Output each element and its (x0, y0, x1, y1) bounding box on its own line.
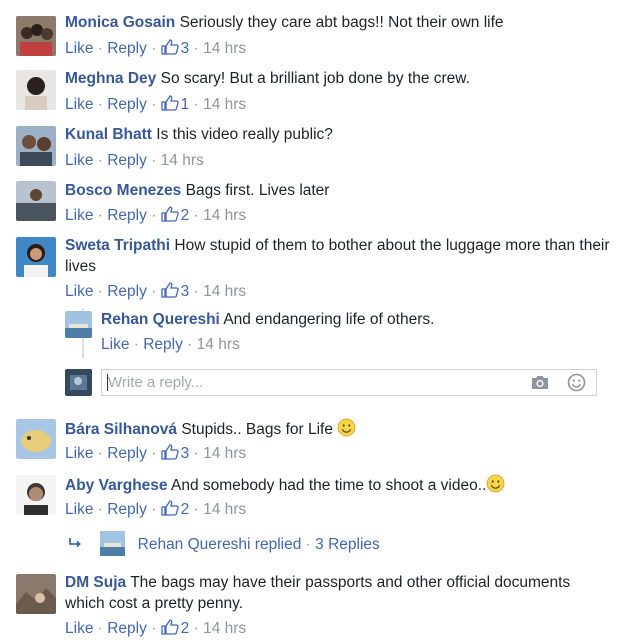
timestamp[interactable]: 14 hrs (203, 445, 246, 462)
like-count[interactable]: 2 (181, 501, 190, 518)
comment-text: So scary! But a brilliant job done by th… (160, 70, 470, 87)
reply-button[interactable]: Reply (107, 620, 147, 637)
comment-actions: Like · Reply · 2 · 14 hrs (65, 500, 246, 522)
smiley-emoji-icon (486, 474, 505, 499)
comment-actions: Like · Reply · 3 · 14 hrs (65, 39, 246, 61)
comment-text: The bags may have their passports and ot… (65, 574, 571, 612)
comment-actions: Like · Reply · 2 · 14 hrs (65, 206, 246, 228)
timestamp[interactable]: 14 hrs (203, 501, 246, 518)
thumbs-up-icon[interactable] (161, 95, 179, 117)
like-button[interactable]: Like (65, 96, 93, 113)
reply-arrow-icon (68, 537, 84, 556)
reply-button[interactable]: Reply (107, 96, 147, 113)
timestamp[interactable]: 14 hrs (203, 207, 246, 224)
timestamp[interactable]: 14 hrs (203, 283, 246, 300)
replies-count[interactable]: 3 Replies (315, 536, 380, 553)
thumbs-up-icon[interactable] (161, 444, 179, 466)
comment-text: Seriously they care abt bags!! Not their… (179, 14, 504, 31)
avatar[interactable] (16, 181, 56, 221)
comment-actions: Like · Reply · 3 · 14 hrs (65, 282, 246, 304)
commenter-name[interactable]: Aby Varghese (65, 477, 168, 494)
reply-button[interactable]: Reply (143, 336, 183, 353)
smiley-icon[interactable] (567, 373, 586, 397)
timestamp[interactable]: 14 hrs (203, 96, 246, 113)
avatar[interactable] (65, 311, 92, 338)
comment-actions: Like · Reply · 2 · 14 hrs (65, 619, 246, 641)
timestamp[interactable]: 14 hrs (161, 152, 204, 169)
comment-text: Bags first. Lives later (185, 182, 330, 199)
camera-icon[interactable] (530, 373, 550, 396)
commenter-name[interactable]: Monica Gosain (65, 14, 175, 31)
commenter-name[interactable]: Kunal Bhatt (65, 126, 152, 143)
reply-button[interactable]: Reply (107, 445, 147, 462)
avatar[interactable] (16, 16, 56, 56)
like-count[interactable]: 3 (181, 445, 190, 462)
like-button[interactable]: Like (101, 336, 129, 353)
reply-button[interactable]: Reply (107, 283, 147, 300)
commenter-name[interactable]: DM Suja (65, 574, 126, 591)
avatar[interactable] (16, 419, 56, 459)
reply-button[interactable]: Reply (107, 152, 147, 169)
reply-box (101, 369, 597, 396)
comment-actions: Like · Reply · 1 · 14 hrs (65, 95, 246, 117)
like-button[interactable]: Like (65, 620, 93, 637)
view-replies-link[interactable]: Rehan Quereshi replied · 3 Replies (68, 531, 380, 556)
like-count[interactable]: 3 (181, 40, 190, 57)
thumbs-up-icon[interactable] (161, 206, 179, 228)
commenter-name[interactable]: Sweta Tripathi (65, 237, 170, 254)
comment-text: Is this video really public? (156, 126, 333, 143)
like-button[interactable]: Like (65, 283, 93, 300)
thumbs-up-icon[interactable] (161, 39, 179, 61)
comment-actions: Like · Reply · 14 hrs (65, 152, 204, 169)
avatar[interactable] (16, 126, 56, 166)
avatar[interactable] (16, 574, 56, 614)
comment-actions: Like · Reply · 3 · 14 hrs (65, 444, 246, 466)
like-count[interactable]: 2 (181, 620, 190, 637)
reply-button[interactable]: Reply (107, 207, 147, 224)
commenter-name[interactable]: Rehan Quereshi (101, 311, 220, 328)
timestamp[interactable]: 14 hrs (203, 620, 246, 637)
avatar[interactable] (16, 70, 56, 110)
like-button[interactable]: Like (65, 40, 93, 57)
commenter-name[interactable]: Bosco Menezes (65, 182, 181, 199)
reply-button[interactable]: Reply (107, 40, 147, 57)
thumbs-up-icon[interactable] (161, 282, 179, 304)
comment-text: Stupids.. Bags for Life (181, 421, 333, 438)
comment-actions: Like · Reply · 14 hrs (101, 336, 240, 353)
like-count[interactable]: 3 (181, 283, 190, 300)
replies-summary-text[interactable]: Rehan Quereshi replied (138, 536, 302, 553)
avatar[interactable] (16, 237, 56, 277)
avatar[interactable] (16, 475, 56, 515)
replier-avatar (100, 531, 126, 556)
like-count[interactable]: 2 (181, 207, 190, 224)
smiley-emoji-icon (337, 418, 356, 443)
reply-button[interactable]: Reply (107, 501, 147, 518)
like-button[interactable]: Like (65, 501, 93, 518)
comment-text: And somebody had the time to shoot a vid… (170, 477, 487, 494)
current-user-avatar (65, 369, 92, 396)
like-button[interactable]: Like (65, 445, 93, 462)
like-count[interactable]: 1 (181, 96, 190, 113)
like-button[interactable]: Like (65, 207, 93, 224)
timestamp[interactable]: 14 hrs (203, 40, 246, 57)
commenter-name[interactable]: Bára Silhanová (65, 421, 177, 438)
thumbs-up-icon[interactable] (161, 619, 179, 641)
reply-input[interactable] (108, 373, 508, 391)
timestamp[interactable]: 14 hrs (197, 336, 240, 353)
thumbs-up-icon[interactable] (161, 500, 179, 522)
comment-text: And endangering life of others. (223, 311, 435, 328)
commenter-name[interactable]: Meghna Dey (65, 70, 156, 87)
like-button[interactable]: Like (65, 152, 93, 169)
